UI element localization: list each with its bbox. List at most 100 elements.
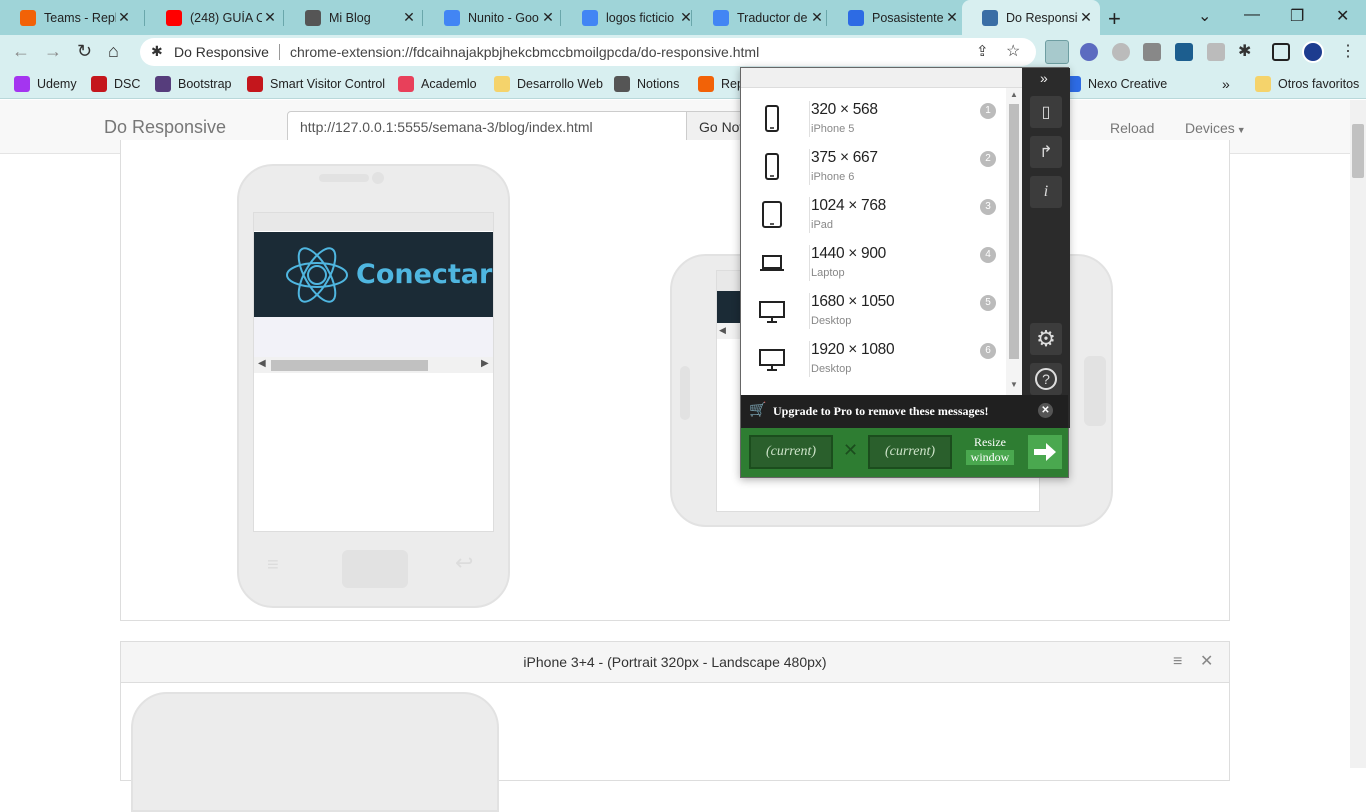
- browser-tab[interactable]: Nunito - Goo ✕: [424, 0, 562, 35]
- extension-recycle-icon[interactable]: [1143, 43, 1161, 61]
- extension-flower-icon[interactable]: [1080, 43, 1098, 61]
- menu-kebab-icon[interactable]: ⋮: [1340, 41, 1356, 61]
- tab-close-icon[interactable]: ✕: [809, 9, 825, 26]
- new-tab-button[interactable]: +: [1108, 6, 1121, 32]
- reload-link[interactable]: Reload: [1110, 120, 1154, 136]
- share-icon[interactable]: ⇪: [976, 42, 989, 60]
- extension-tablet-icon[interactable]: [1175, 43, 1193, 61]
- bootstrap-icon: [155, 76, 171, 92]
- bookmark-item[interactable]: Bootstrap: [155, 76, 232, 92]
- back-button[interactable]: ←: [12, 41, 30, 62]
- tab-close-icon[interactable]: ✕: [1078, 9, 1094, 26]
- reload-icon[interactable]: ↻: [77, 41, 92, 62]
- bookmark-item[interactable]: DSC: [91, 76, 140, 92]
- browser-tab[interactable]: Mi Blog ✕: [285, 0, 423, 35]
- brand-title[interactable]: Do Responsive: [104, 117, 226, 138]
- settings-gear-icon[interactable]: ⚙: [1030, 323, 1062, 355]
- device-size: 1680 × 1050: [811, 293, 895, 310]
- forward-button[interactable]: →: [44, 41, 62, 62]
- bookmark-item[interactable]: Nexo Creative: [1065, 76, 1167, 92]
- tab-close-icon[interactable]: ✕: [116, 9, 132, 26]
- page-scrollbar-thumb[interactable]: [1352, 124, 1364, 178]
- width-input[interactable]: (current): [749, 435, 833, 469]
- devices-dropdown[interactable]: Devices ▼: [1185, 120, 1246, 136]
- expand-chevrons-icon[interactable]: »: [1040, 70, 1048, 86]
- device-name: iPhone 5: [811, 123, 855, 135]
- replit-icon: [20, 9, 36, 26]
- bookmark-item[interactable]: Otros favoritos: [1255, 76, 1359, 92]
- profile-avatar[interactable]: [1302, 41, 1324, 63]
- panel-header: iPhone 3+4 - (Portrait 320px - Landscape…: [121, 642, 1229, 683]
- minimize-button[interactable]: —: [1244, 6, 1260, 24]
- browser-tab[interactable]: Traductor de ✕: [693, 0, 831, 35]
- device-row[interactable]: 1440 × 900 Laptop 4: [741, 239, 1006, 287]
- device-name: iPad: [811, 219, 834, 231]
- height-input[interactable]: (current): [868, 435, 952, 469]
- caret-down-icon: ▼: [1236, 125, 1246, 135]
- more-bookmarks-icon[interactable]: »: [1222, 76, 1230, 92]
- preview-hscrollbar[interactable]: ◀ ▶: [254, 357, 493, 373]
- maximize-button[interactable]: ❐: [1290, 6, 1304, 26]
- extensions-puzzle-icon[interactable]: ✱: [1238, 41, 1251, 61]
- bookmark-item[interactable]: Udemy: [14, 76, 77, 92]
- tab-close-icon[interactable]: ✕: [944, 9, 960, 26]
- extension-swirl-icon[interactable]: [1112, 43, 1130, 61]
- bookmark-item[interactable]: Desarrollo Web: [494, 76, 603, 92]
- popup-scrollbar[interactable]: ▲ ▼: [1006, 88, 1022, 395]
- home-icon[interactable]: ⌂: [108, 41, 119, 62]
- phone-icon: [759, 105, 785, 133]
- replit-icon: [698, 76, 714, 92]
- device-shortcut-badge: 4: [980, 247, 996, 263]
- extension-pdf-icon[interactable]: [1207, 43, 1225, 61]
- browser-tab[interactable]: Posasistente ✕: [828, 0, 966, 35]
- devices-label: Devices: [1185, 120, 1235, 136]
- google-icon: [582, 9, 598, 26]
- device-row[interactable]: 1024 × 768 iPad 3: [741, 191, 1006, 239]
- tablet-icon: [759, 201, 785, 229]
- upgrade-close-icon[interactable]: ✕: [1038, 403, 1053, 418]
- device-size: 320 × 568: [811, 101, 878, 118]
- tab-title: Do Responsiv: [1006, 10, 1078, 25]
- browser-tab[interactable]: logos ficticio ✕: [562, 0, 700, 35]
- device-row[interactable]: 1680 × 1050 Desktop 5: [741, 287, 1006, 335]
- page-scrollbar[interactable]: [1350, 100, 1366, 768]
- redirect-arrow-icon[interactable]: ↱: [1030, 136, 1062, 168]
- browser-tab[interactable]: (248) GUÍA C ✕: [146, 0, 284, 35]
- address-bar[interactable]: ✱ Do Responsive chrome-extension://fdcai…: [140, 38, 1036, 66]
- device-panel-iphone34: iPhone 3+4 - (Portrait 320px - Landscape…: [120, 641, 1230, 812]
- academlo-icon: [398, 76, 414, 92]
- bookmark-label: Desarrollo Web: [517, 77, 603, 91]
- phone-camera: [372, 172, 384, 184]
- panel-menu-icon[interactable]: ≡: [1173, 642, 1182, 682]
- tab-close-icon[interactable]: ✕: [262, 9, 278, 26]
- bookmark-label: Academlo: [421, 77, 477, 91]
- device-shortcut-badge: 3: [980, 199, 996, 215]
- bookmark-item[interactable]: Smart Visitor Control: [247, 76, 385, 92]
- browser-tab[interactable]: Teams - Repl ✕: [0, 0, 138, 35]
- bookmark-item[interactable]: Notions: [614, 76, 679, 92]
- info-ruler-icon[interactable]: i: [1030, 176, 1062, 208]
- device-row[interactable]: 375 × 667 iPhone 6 2: [741, 143, 1006, 191]
- bookmark-star-icon[interactable]: ☆: [1006, 41, 1020, 61]
- side-panel-icon[interactable]: [1272, 43, 1290, 61]
- tab-close-icon[interactable]: ✕: [401, 9, 417, 26]
- resize-go-arrow-button[interactable]: [1028, 435, 1062, 469]
- bookmark-label: Notions: [637, 77, 680, 91]
- rotate-device-icon[interactable]: ▯: [1030, 96, 1062, 128]
- panel-close-icon[interactable]: ✕: [1200, 642, 1213, 682]
- tab-title: Traductor de: [737, 10, 808, 25]
- device-row[interactable]: 320 × 568 iPhone 5 1: [741, 95, 1006, 143]
- bookmark-item[interactable]: Academlo: [398, 76, 477, 92]
- help-icon[interactable]: ?: [1030, 363, 1062, 395]
- popup-header: [741, 68, 1022, 88]
- tab-close-icon[interactable]: ✕: [540, 9, 556, 26]
- do-responsive-extension-icon[interactable]: [1045, 40, 1069, 64]
- device-row[interactable]: 1920 × 1080 Desktop 6: [741, 335, 1006, 383]
- upgrade-text: Upgrade to Pro to remove these messages!: [773, 404, 989, 418]
- bookmark-item[interactable]: Rep: [698, 76, 744, 92]
- tab-search-icon[interactable]: ⌄: [1198, 6, 1211, 26]
- browser-tab[interactable]: Do Responsiv ✕: [962, 0, 1100, 35]
- close-window-button[interactable]: ✕: [1336, 6, 1349, 26]
- phone-speaker: [319, 174, 369, 182]
- tab-title: Nunito - Goo: [468, 10, 539, 25]
